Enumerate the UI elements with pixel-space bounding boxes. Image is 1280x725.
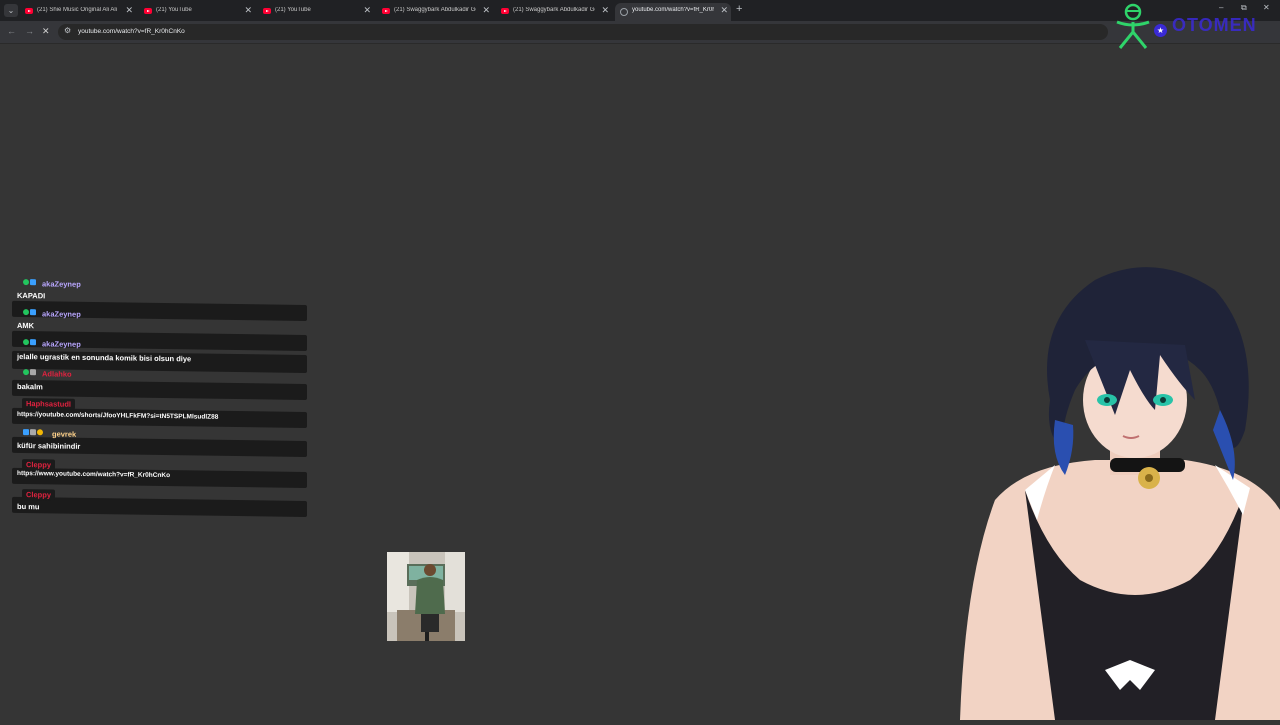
new-tab-button[interactable]: + bbox=[736, 3, 742, 15]
tab-title: (21) YouTube bbox=[275, 7, 311, 13]
youtube-icon bbox=[144, 8, 152, 14]
address-bar-url[interactable]: youtube.com/watch?v=fR_Kr0hCnKo bbox=[78, 28, 185, 35]
browser-toolbar: ← → ✕ ⚙ youtube.com/watch?v=fR_Kr0hCnKo bbox=[0, 21, 1280, 44]
tab-search-button[interactable]: ⌄ bbox=[4, 4, 18, 17]
chat-message-bar bbox=[12, 496, 307, 518]
tab-6-active[interactable]: youtube.com/watch?v=fR_Kr0h ✕ bbox=[615, 3, 731, 21]
youtube-icon bbox=[263, 8, 271, 14]
stream-logo: ★ OTOMEN bbox=[1114, 2, 1280, 50]
chat-username: Cleppy bbox=[22, 489, 56, 501]
tab-close-icon[interactable]: ✕ bbox=[363, 5, 371, 16]
chat-username: akaZeynep bbox=[42, 279, 81, 289]
site-info-icon[interactable]: ⚙ bbox=[64, 26, 71, 35]
youtube-icon bbox=[25, 8, 33, 14]
logo-text: OTOMEN bbox=[1172, 15, 1257, 35]
person-icon bbox=[1116, 3, 1150, 49]
chat-overlay: akaZeynep KAPADI akaZeynep AMK akaZeynep… bbox=[12, 279, 312, 524]
back-button[interactable]: ← bbox=[7, 26, 16, 36]
badges bbox=[23, 279, 37, 286]
forward-button[interactable]: → bbox=[25, 26, 34, 36]
chat-text: KAPADI bbox=[17, 290, 46, 301]
chat-message: Cleppy bu mu bbox=[12, 489, 308, 518]
youtube-icon bbox=[382, 8, 390, 14]
badges bbox=[23, 309, 37, 316]
chat-message: gevrek küfür sahibinindir bbox=[12, 429, 308, 458]
vtuber-avatar bbox=[955, 250, 1280, 720]
stop-loading-button[interactable]: ✕ bbox=[42, 26, 50, 37]
youtube-icon bbox=[501, 8, 509, 14]
tab-strip: ⌄ (21) Shie Music Original Ali Ali ✕ (21… bbox=[0, 0, 1280, 21]
tab-title: (21) Swaggybark Abdulkadir Gö bbox=[394, 7, 476, 13]
star-icon: ★ bbox=[1154, 24, 1167, 37]
tab-3[interactable]: (21) YouTube ✕ bbox=[258, 3, 374, 21]
tab-close-icon[interactable]: ✕ bbox=[601, 5, 609, 16]
chat-username: Cleppy bbox=[22, 459, 56, 471]
chat-username: gevrek bbox=[52, 429, 77, 439]
chat-text: küfür sahibinindir bbox=[17, 440, 81, 451]
chat-message: akaZeynep KAPADI bbox=[12, 279, 308, 322]
tab-title: (21) YouTube bbox=[156, 7, 192, 13]
chat-username: akaZeynep bbox=[42, 339, 81, 349]
tab-title: youtube.com/watch?v=fR_Kr0h bbox=[632, 7, 714, 13]
tab-2[interactable]: (21) YouTube ✕ bbox=[139, 3, 255, 21]
tab-1[interactable]: (21) Shie Music Original Ali Ali ✕ bbox=[20, 3, 136, 21]
badges bbox=[23, 339, 37, 346]
badges bbox=[23, 429, 44, 436]
chat-message: Cleppy https://www.youtube.com/watch?v=f… bbox=[12, 459, 308, 489]
tab-close-icon[interactable]: ✕ bbox=[244, 5, 252, 16]
globe-icon bbox=[620, 8, 628, 16]
tab-5[interactable]: (21) Swaggybark Abdulkadir Gö ✕ bbox=[496, 3, 612, 21]
tab-title: (21) Shie Music Original Ali Ali bbox=[37, 7, 118, 13]
chat-message-bar bbox=[12, 379, 307, 401]
badges bbox=[23, 369, 37, 376]
chat-text: bu mu bbox=[17, 501, 40, 512]
chat-message: Haphsastudl https://youtube.com/shorts/J… bbox=[12, 398, 308, 429]
tab-title: (21) Swaggybark Abdulkadir Gö bbox=[513, 7, 595, 13]
chat-username: Haphsastudl bbox=[22, 398, 76, 410]
webcam-thumbnail bbox=[387, 552, 465, 641]
tab-close-icon[interactable]: ✕ bbox=[482, 5, 490, 16]
tab-close-icon[interactable]: ✕ bbox=[125, 5, 133, 16]
tab-close-icon[interactable]: ✕ bbox=[720, 5, 728, 16]
tab-4[interactable]: (21) Swaggybark Abdulkadir Gö ✕ bbox=[377, 3, 493, 21]
chat-username: akaZeynep bbox=[42, 309, 81, 319]
chat-text: bakalm bbox=[17, 381, 43, 392]
chat-username: Adlahko bbox=[42, 369, 72, 379]
chat-text: AMK bbox=[17, 320, 35, 331]
address-bar[interactable]: ⚙ youtube.com/watch?v=fR_Kr0hCnKo bbox=[58, 24, 1108, 40]
